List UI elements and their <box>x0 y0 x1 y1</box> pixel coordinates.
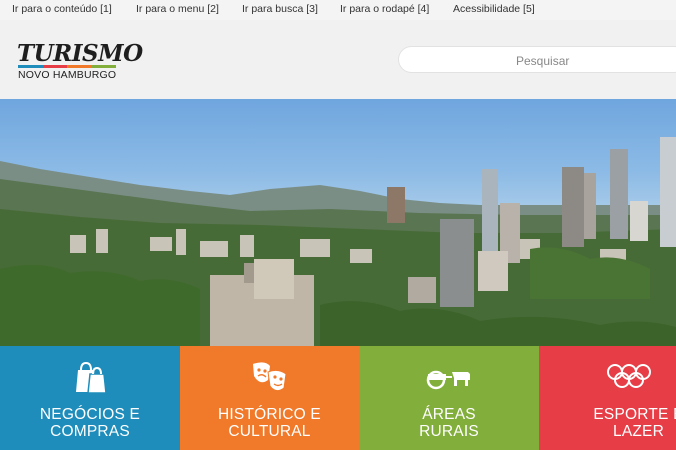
tile-label: HISTÓRICO E CULTURAL <box>218 406 321 440</box>
search-input[interactable]: Pesquisar <box>398 46 676 73</box>
search-placeholder: Pesquisar <box>516 54 570 68</box>
cart-and-cow-icon <box>359 360 539 394</box>
tile-label: ÁREAS RURAIS <box>419 406 479 440</box>
tile-esporte-lazer[interactable]: ESPORTE E LAZER <box>539 346 676 450</box>
olympic-rings-icon <box>579 360 676 394</box>
logo-subtitle: NOVO HAMBURGO <box>18 69 117 81</box>
tile-label: ESPORTE E LAZER <box>593 406 676 440</box>
hero-city-photo <box>0 99 676 346</box>
tile-areas-rurais[interactable]: ÁREAS RURAIS <box>359 346 539 450</box>
city-skyline-illustration <box>0 137 676 346</box>
site-header: TURISMO NOVO HAMBURGO Pesquisar <box>0 20 676 99</box>
shopping-bags-icon <box>0 360 180 394</box>
tile-historico-cultural[interactable]: HISTÓRICO E CULTURAL <box>180 346 359 450</box>
skip-to-content-link[interactable]: Ir para o conteúdo [1] <box>12 3 112 15</box>
skip-to-footer-link[interactable]: Ir para o rodapé [4] <box>340 3 429 15</box>
skip-to-menu-link[interactable]: Ir para o menu [2] <box>136 3 219 15</box>
tile-label: NEGÓCIOS E COMPRAS <box>39 406 141 440</box>
tile-negocios-compras[interactable]: NEGÓCIOS E COMPRAS <box>0 346 180 450</box>
logo-color-stripe <box>18 65 116 68</box>
accessibility-link[interactable]: Acessibilidade [5] <box>453 3 535 15</box>
accessibility-bar: Ir para o conteúdo [1] Ir para o menu [2… <box>0 0 676 20</box>
theater-masks-icon <box>180 360 359 394</box>
site-logo[interactable]: TURISMO NOVO HAMBURGO <box>17 40 143 84</box>
skip-to-search-link[interactable]: Ir para busca [3] <box>242 3 318 15</box>
category-tiles: NEGÓCIOS E COMPRAS HISTÓRICO E CULTURAL <box>0 346 676 450</box>
logo-title: TURISMO <box>17 40 143 67</box>
